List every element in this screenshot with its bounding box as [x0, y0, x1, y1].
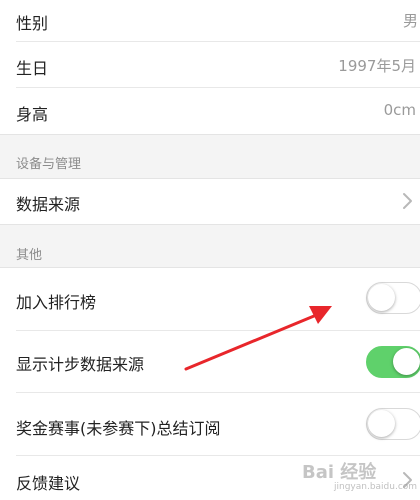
join-leaderboard-row: 加入排行榜 [0, 268, 420, 331]
bonus-subscription-label: 奖金赛事(未参赛下)总结订阅 [16, 419, 221, 438]
chevron-right-icon [403, 193, 412, 209]
baidu-jingyan-watermark: Bai 经验 jingyan.baidu.com [300, 448, 420, 500]
toggle-knob [368, 410, 395, 437]
birthday-row[interactable]: 生日 1997年5月 [0, 42, 420, 88]
gender-label: 性别 [16, 14, 49, 33]
watermark-sub: jingyan.baidu.com [334, 482, 418, 492]
gender-value: 男 [402, 12, 418, 30]
gender-row[interactable]: 性别 男 [0, 0, 420, 42]
toggle-knob [393, 348, 420, 375]
show-step-source-row: 显示计步数据来源 [0, 331, 420, 393]
other-section-title: 其他 [16, 248, 43, 263]
data-source-row[interactable]: 数据来源 [0, 179, 420, 224]
birthday-value: 1997年5月 [338, 57, 416, 75]
watermark-text: Bai 经验 [302, 462, 377, 483]
height-row[interactable]: 身高 0cm [0, 88, 420, 134]
height-label: 身高 [16, 105, 49, 124]
height-value: 0cm [383, 101, 416, 119]
bonus-subscription-row: 奖金赛事(未参赛下)总结订阅 [0, 393, 420, 456]
birthday-label: 生日 [16, 59, 49, 78]
show-step-source-toggle[interactable] [366, 346, 420, 378]
data-source-label: 数据来源 [16, 195, 81, 214]
join-leaderboard-toggle[interactable] [366, 282, 420, 314]
bonus-subscription-toggle[interactable] [366, 408, 420, 440]
devices-section-header: 设备与管理 [0, 134, 420, 179]
other-section-header: 其他 [0, 224, 420, 268]
show-step-source-label: 显示计步数据来源 [16, 355, 145, 374]
devices-section-title: 设备与管理 [16, 157, 82, 172]
join-leaderboard-label: 加入排行榜 [16, 293, 97, 312]
feedback-label: 反馈建议 [16, 474, 81, 493]
toggle-knob [368, 284, 395, 311]
